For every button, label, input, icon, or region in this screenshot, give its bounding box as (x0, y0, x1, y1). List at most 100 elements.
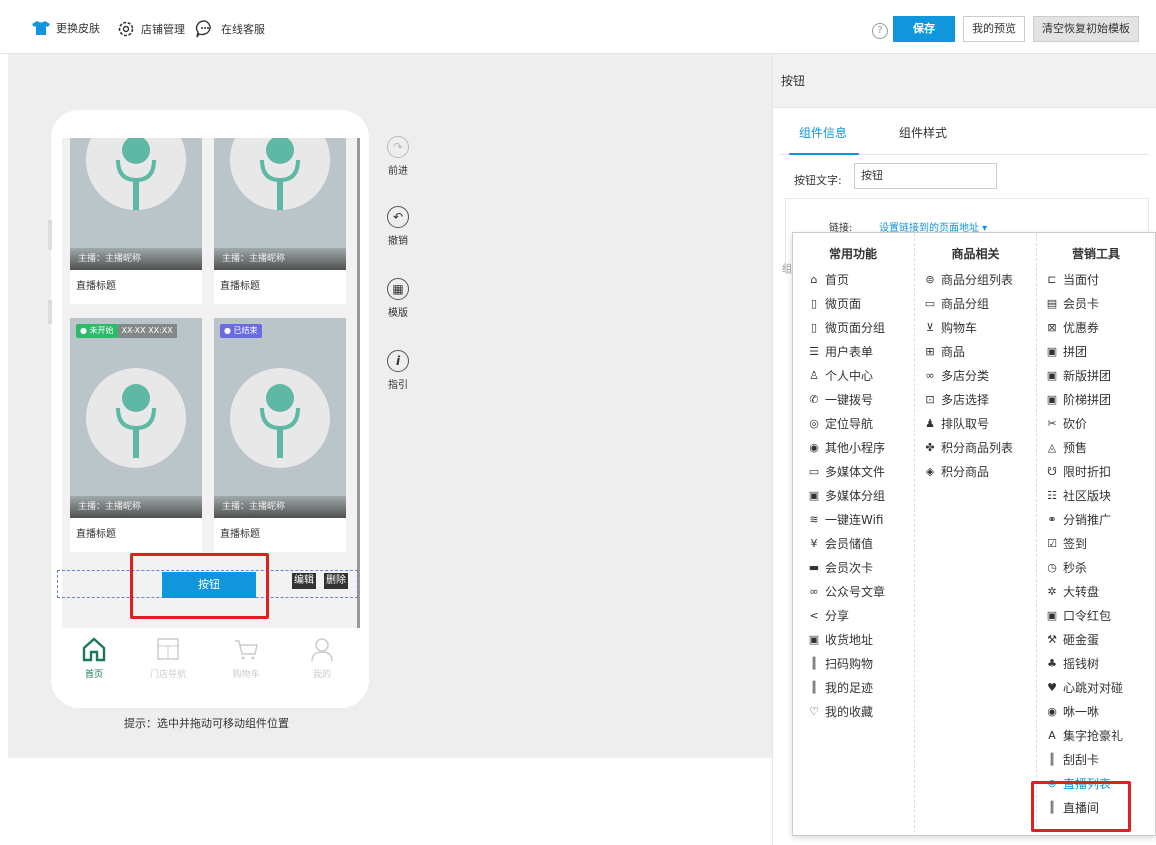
tab-cart[interactable]: 购物车 (214, 636, 278, 680)
link-option[interactable]: A 集字抢豪礼 (1045, 727, 1123, 744)
link-option[interactable]: ¥ 会员储值 (807, 535, 874, 552)
phone-icon: ✆ (809, 393, 819, 406)
link-option[interactable]: ◎ 定位导航 (807, 415, 873, 432)
link-option[interactable]: ✂ 砍价 (1045, 415, 1087, 432)
link-option-label: 多店分类 (941, 369, 990, 383)
link-option[interactable]: ◈ 积分商品 (923, 463, 989, 480)
live-card[interactable]: 主播：主播昵称 直播标题 (70, 138, 202, 304)
link-option[interactable]: ▣ 阶梯拼团 (1045, 391, 1111, 408)
link-option[interactable]: ✲ 大转盘 (1045, 583, 1099, 600)
link-option[interactable]: ◬ 预售 (1045, 439, 1087, 456)
link-option[interactable]: ║ 刮刮卡 (1045, 751, 1099, 768)
link-option[interactable]: ☑ 签到 (1045, 535, 1087, 552)
panel-title: 按钮 (773, 54, 1156, 108)
microphone-icon (260, 384, 300, 458)
highlight-box (1031, 781, 1131, 832)
tab-store-nav[interactable]: 门店导航 (136, 636, 200, 680)
link-option[interactable]: ⌂ 首页 (807, 271, 850, 288)
save-button[interactable]: 保存 (893, 16, 955, 42)
online-service-button[interactable]: 在线客服 (195, 20, 265, 38)
store-icon: ⊡ (925, 393, 935, 406)
link-option[interactable]: ▯ 微页面分组 (807, 319, 885, 336)
link-option[interactable]: ♟ 排队取号 (923, 415, 989, 432)
link-option[interactable]: ║ 我的足迹 (807, 679, 873, 696)
group-icon: ▭ (924, 297, 936, 310)
undo-tool[interactable]: ↶ 撤销 (381, 206, 415, 247)
anchor-name: 主播：主播昵称 (70, 496, 202, 518)
link-option[interactable]: ▬ 会员次卡 (807, 559, 873, 576)
shop-manage-button[interactable]: 店铺管理 (117, 20, 185, 38)
tab-home[interactable]: 首页 (62, 636, 126, 680)
link-option-label: 多媒体分组 (825, 489, 886, 503)
store-icon (157, 638, 179, 660)
link-option[interactable]: ▣ 拼团 (1045, 343, 1087, 360)
page-icon: ▯ (810, 297, 818, 310)
link-option[interactable]: ✆ 一键拨号 (807, 391, 873, 408)
link-option[interactable]: < 分享 (807, 607, 849, 624)
miniapp-icon: ◉ (809, 441, 819, 454)
link-option[interactable]: ▣ 收货地址 (807, 631, 873, 648)
coupon-icon: ⊠ (1047, 321, 1057, 334)
link-option-label: 商品分组 (941, 297, 990, 311)
link-option-label: 多店选择 (941, 393, 990, 407)
live-card[interactable]: ● 未开始 XX-XX XX:XX 主播：主播昵称 直播标题 (70, 318, 202, 552)
link-option[interactable]: ♣ 摇钱树 (1045, 655, 1099, 672)
link-option-label: 社区版块 (1063, 489, 1112, 503)
link-option[interactable]: ⚒ 砸金蛋 (1045, 631, 1099, 648)
phone-side-button (48, 300, 52, 324)
phone-scrollbar[interactable] (357, 138, 360, 628)
link-option[interactable]: ⊏ 当面付 (1045, 271, 1099, 288)
link-option[interactable]: ☰ 用户表单 (807, 343, 873, 360)
link-option[interactable]: ☋ 限时折扣 (1045, 463, 1111, 480)
change-skin-button[interactable]: 更换皮肤 (32, 20, 100, 36)
footprint-icon: ║ (810, 681, 818, 694)
anchor-name: 主播：主播昵称 (214, 248, 346, 270)
tab-component-style[interactable]: 组件样式 (899, 124, 947, 141)
live-card[interactable]: ● 已结束 主播：主播昵称 直播标题 (214, 318, 346, 552)
live-card[interactable]: 主播：主播昵称 直播标题 (214, 138, 346, 304)
user-icon (311, 638, 333, 662)
link-option[interactable]: ∞ 多店分类 (923, 367, 989, 384)
link-option[interactable]: ☷ 社区版块 (1045, 487, 1111, 504)
link-option[interactable]: ⚭ 分销推广 (1045, 511, 1111, 528)
link-option[interactable]: ♙ 个人中心 (807, 367, 873, 384)
template-tool[interactable]: ▦ 模版 (381, 278, 415, 319)
link-option[interactable]: ⊜ 商品分组列表 (923, 271, 1013, 288)
link-option-label: 咻一咻 (1063, 705, 1100, 719)
link-option[interactable]: ▤ 会员卡 (1045, 295, 1099, 312)
redo-icon: ↷ (387, 136, 409, 158)
tab-component-info[interactable]: 组件信息 (799, 124, 847, 141)
tab-mine[interactable]: 我的 (290, 636, 354, 680)
live-title: 直播标题 (76, 529, 116, 540)
live-title: 直播标题 (220, 281, 260, 292)
link-option[interactable]: ◷ 秒杀 (1045, 559, 1087, 576)
link-option[interactable]: ≋ 一键连Wifi (807, 511, 883, 528)
link-option[interactable]: ◉ 其他小程序 (807, 439, 885, 456)
reset-template-button[interactable]: 清空恢复初始模板 (1033, 16, 1139, 42)
link-option[interactable]: ♡ 我的收藏 (807, 703, 873, 720)
delete-button[interactable]: 删除 (324, 573, 348, 589)
link-option[interactable]: ▣ 多媒体分组 (807, 487, 885, 504)
barcode-icon: ║ (810, 657, 818, 670)
link-option[interactable]: ▭ 多媒体文件 (807, 463, 885, 480)
link-option[interactable]: ✤ 积分商品列表 (923, 439, 1013, 456)
edit-button[interactable]: 编辑 (292, 573, 316, 589)
link-option[interactable]: ▭ 商品分组 (923, 295, 989, 312)
link-icon: ∞ (809, 585, 819, 598)
link-option[interactable]: ⊠ 优惠券 (1045, 319, 1099, 336)
link-option[interactable]: ⊻ 购物车 (923, 319, 977, 336)
link-option[interactable]: ║ 扫码购物 (807, 655, 873, 672)
guide-tool[interactable]: i 指引 (381, 350, 415, 391)
link-option[interactable]: ∞ 公众号文章 (807, 583, 885, 600)
link-option[interactable]: ▣ 新版拼团 (1045, 367, 1111, 384)
forward-tool[interactable]: ↷ 前进 (381, 136, 415, 177)
link-option[interactable]: ▯ 微页面 (807, 295, 861, 312)
preview-button[interactable]: 我的预览 (963, 16, 1025, 42)
link-option[interactable]: ◉ 咻一咻 (1045, 703, 1099, 720)
help-icon[interactable]: ? (872, 23, 888, 39)
button-text-input[interactable]: 按钮 (854, 163, 997, 189)
link-option[interactable]: ⊡ 多店选择 (923, 391, 989, 408)
link-option[interactable]: ⊞ 商品 (923, 343, 965, 360)
link-option[interactable]: ♥ 心跳对对碰 (1045, 679, 1123, 696)
link-option[interactable]: ▣ 口令红包 (1045, 607, 1111, 624)
